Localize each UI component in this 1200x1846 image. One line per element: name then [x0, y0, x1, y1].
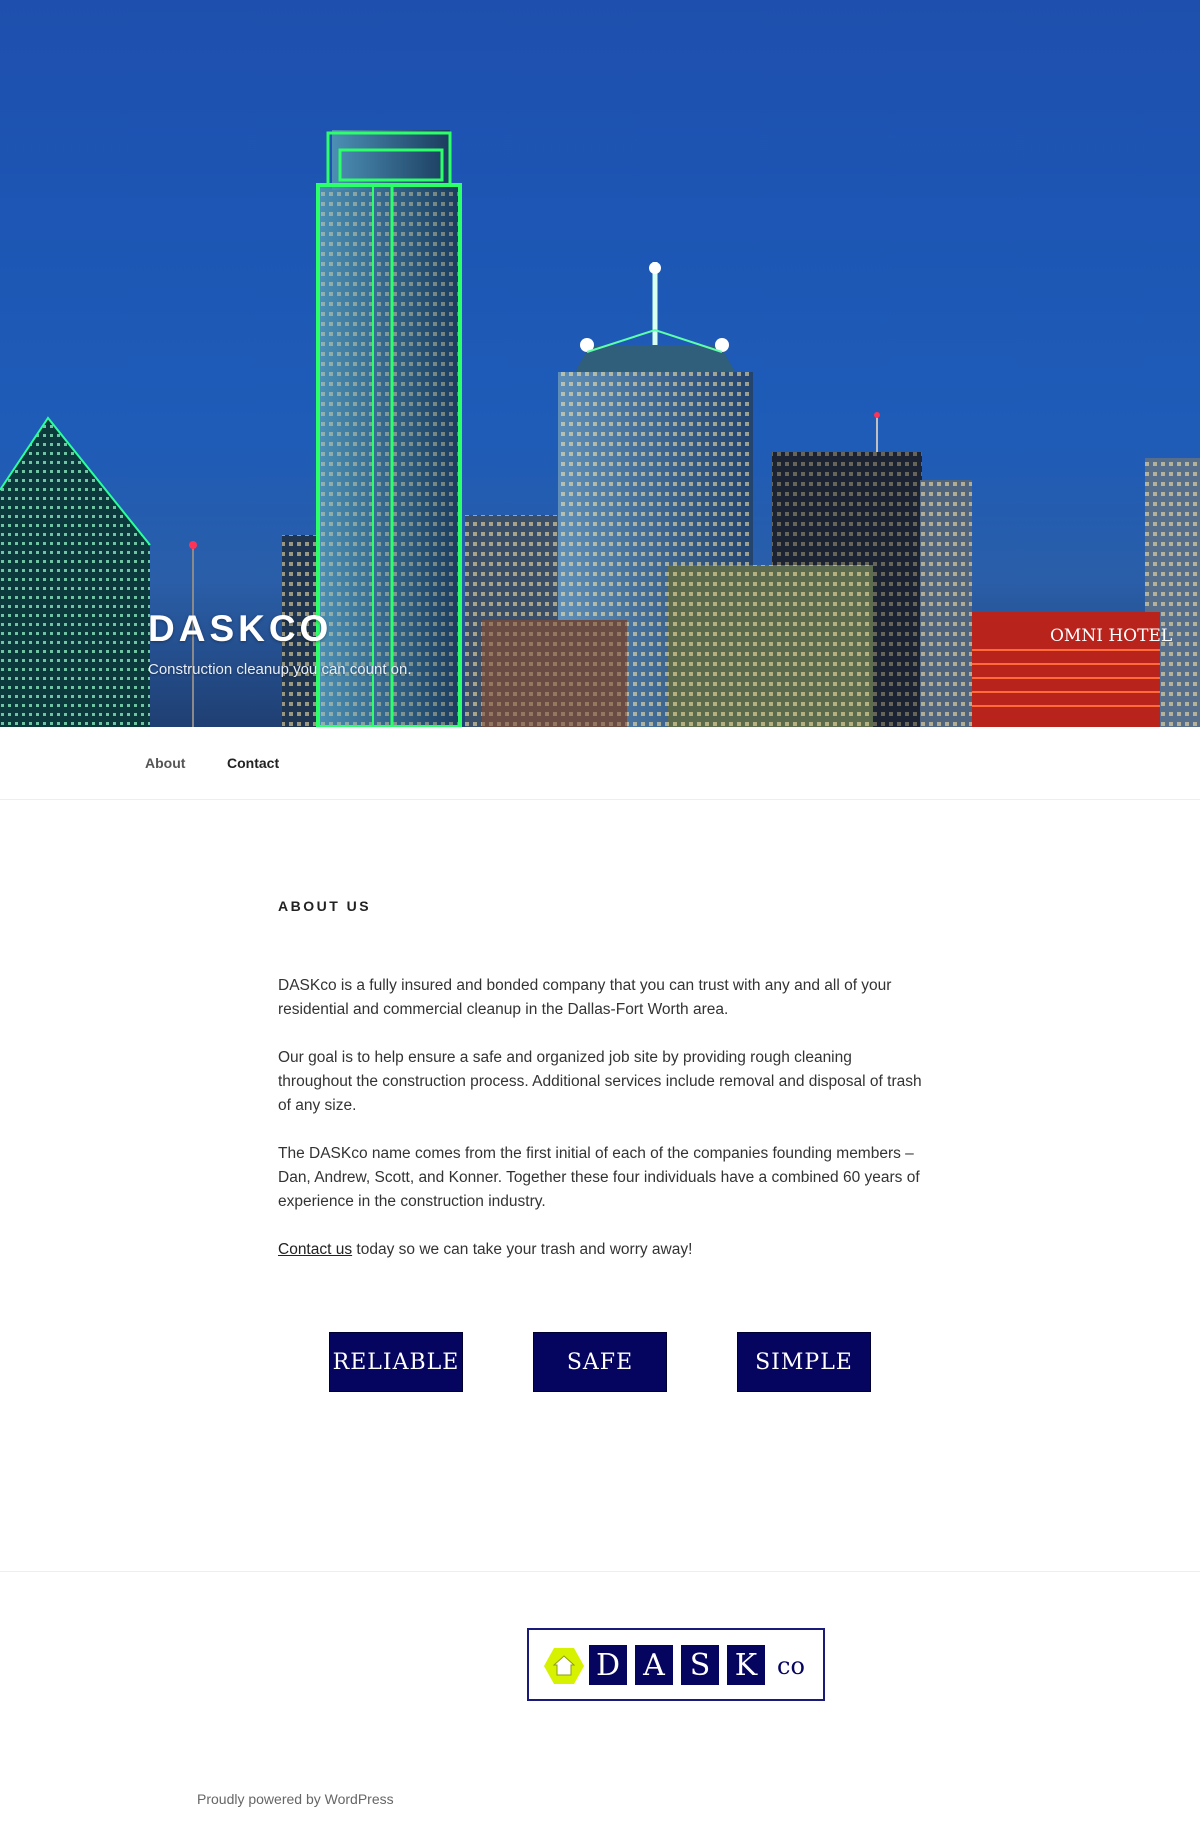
about-paragraph-2: Our goal is to help ensure a safe and or…	[278, 1049, 922, 1114]
value-badge-reliable: RELIABLE	[329, 1332, 463, 1392]
contact-us-link[interactable]: Contact us	[278, 1241, 352, 1258]
house-hexagon-icon	[544, 1648, 584, 1684]
cta-text: today so we can take your trash and worr…	[352, 1241, 693, 1258]
site-branding: DASKCO Construction cleanup you can coun…	[148, 610, 412, 678]
daskco-logo: D A S K co	[527, 1628, 825, 1701]
about-paragraph-3: The DASKco name comes from the first ini…	[278, 1145, 920, 1210]
nav-item-about[interactable]: About	[145, 755, 185, 771]
logo-letter-a: A	[635, 1645, 673, 1685]
value-badge-simple: SIMPLE	[737, 1332, 871, 1392]
hero-header-image: OMNI HOTEL DASKCO Construction cleanup y…	[0, 0, 1200, 727]
site-tagline: Construction cleanup you can count on.	[148, 661, 412, 678]
logo-letter-s: S	[681, 1645, 719, 1685]
page-title: ABOUT US	[278, 898, 372, 914]
logo-letter-d: D	[589, 1645, 627, 1685]
page-content: ABOUT US DASKco is a fully insured and b…	[278, 898, 928, 1286]
logo-suffix: co	[777, 1652, 805, 1680]
powered-by-wordpress-link[interactable]: Proudly powered by WordPress	[197, 1791, 394, 1807]
entry-content: DASKco is a fully insured and bonded com…	[278, 974, 928, 1262]
footer-divider	[0, 1571, 1200, 1572]
nav-item-contact[interactable]: Contact	[227, 755, 279, 771]
logo-letter-k: K	[727, 1645, 765, 1685]
site-title[interactable]: DASKCO	[148, 610, 412, 647]
omni-hotel-sign: OMNI HOTEL	[1050, 626, 1172, 646]
about-paragraph-1: DASKco is a fully insured and bonded com…	[278, 977, 892, 1018]
value-badge-safe: SAFE	[533, 1332, 667, 1392]
cta-paragraph: Contact us today so we can take your tra…	[278, 1238, 928, 1262]
values-row: RELIABLE SAFE SIMPLE	[329, 1332, 871, 1392]
main-navigation: About Contact	[0, 727, 1200, 800]
